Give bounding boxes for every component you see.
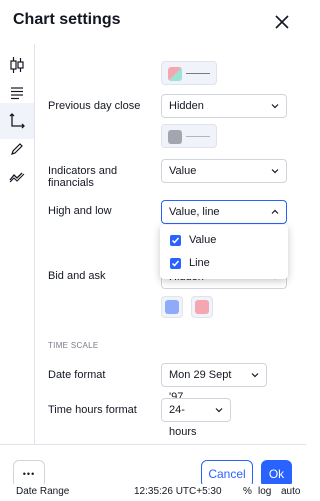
dropdown-option-value[interactable]: Value bbox=[160, 229, 288, 251]
indicators-label-line2: financials bbox=[48, 177, 94, 189]
color-swatch-teal[interactable] bbox=[168, 67, 182, 81]
percent-toggle: % bbox=[243, 486, 252, 497]
color-swatch-blue[interactable] bbox=[161, 296, 183, 318]
chevron-down-icon bbox=[215, 408, 223, 413]
previous-day-close-select[interactable]: Hidden bbox=[161, 94, 287, 118]
more-dots-icon: ••• bbox=[22, 469, 36, 479]
status-line-icon bbox=[11, 87, 23, 100]
high-low-dropdown-menu: Value Line bbox=[160, 225, 288, 279]
color-swatch-gray[interactable] bbox=[168, 130, 182, 144]
close-icon[interactable] bbox=[272, 12, 292, 32]
line-style-preview bbox=[186, 73, 210, 74]
color-swatch-pink[interactable] bbox=[191, 296, 213, 318]
dialog-title: Chart settings bbox=[13, 11, 121, 28]
time-scale-section-title: TIME SCALE bbox=[48, 341, 99, 350]
chevron-down-icon bbox=[271, 104, 279, 109]
color-swatch-box-top[interactable] bbox=[161, 61, 217, 85]
high-low-select[interactable]: Value, line bbox=[161, 200, 287, 224]
chevron-down-icon bbox=[251, 373, 259, 378]
chevron-down-icon bbox=[271, 169, 279, 174]
indicators-select[interactable]: Value bbox=[161, 159, 287, 183]
date-format-label: Date format bbox=[48, 369, 106, 381]
bid-ask-label: Bid and ask bbox=[48, 270, 106, 282]
settings-sidebar bbox=[0, 44, 35, 456]
previous-day-close-label: Previous day close bbox=[48, 100, 141, 112]
log-toggle: log bbox=[258, 486, 272, 497]
chart-settings-dialog: Chart settings Previous day close Hidden… bbox=[0, 0, 306, 501]
checkbox-checked-icon[interactable] bbox=[170, 234, 181, 246]
time-hours-format-label: Time hours format bbox=[48, 404, 137, 416]
high-low-label: High and low bbox=[48, 205, 112, 217]
sidebar-item-trading[interactable] bbox=[0, 159, 34, 195]
candles-icon bbox=[10, 57, 24, 73]
auto-toggle: auto bbox=[281, 486, 301, 497]
line-style-preview bbox=[186, 136, 210, 137]
scales-icon bbox=[9, 113, 25, 129]
previous-day-close-swatch-box[interactable] bbox=[161, 124, 217, 148]
dialog-header: Chart settings bbox=[0, 0, 306, 44]
time-hours-format-select[interactable]: 24-hours bbox=[161, 398, 231, 438]
chevron-up-icon bbox=[271, 209, 279, 214]
trading-icon bbox=[9, 172, 25, 183]
background-status-strip: Date Range 12:35:26 UTC+5:30 % log auto bbox=[0, 484, 306, 500]
checkbox-checked-icon[interactable] bbox=[170, 257, 181, 269]
dropdown-option-line[interactable]: Line bbox=[160, 252, 288, 274]
pencil-icon bbox=[11, 143, 23, 155]
date-format-select[interactable]: Mon 29 Sept '97 bbox=[161, 363, 267, 403]
timezone-time: 12:35:26 UTC+5:30 bbox=[134, 486, 222, 497]
date-range-label: Date Range bbox=[16, 486, 70, 497]
